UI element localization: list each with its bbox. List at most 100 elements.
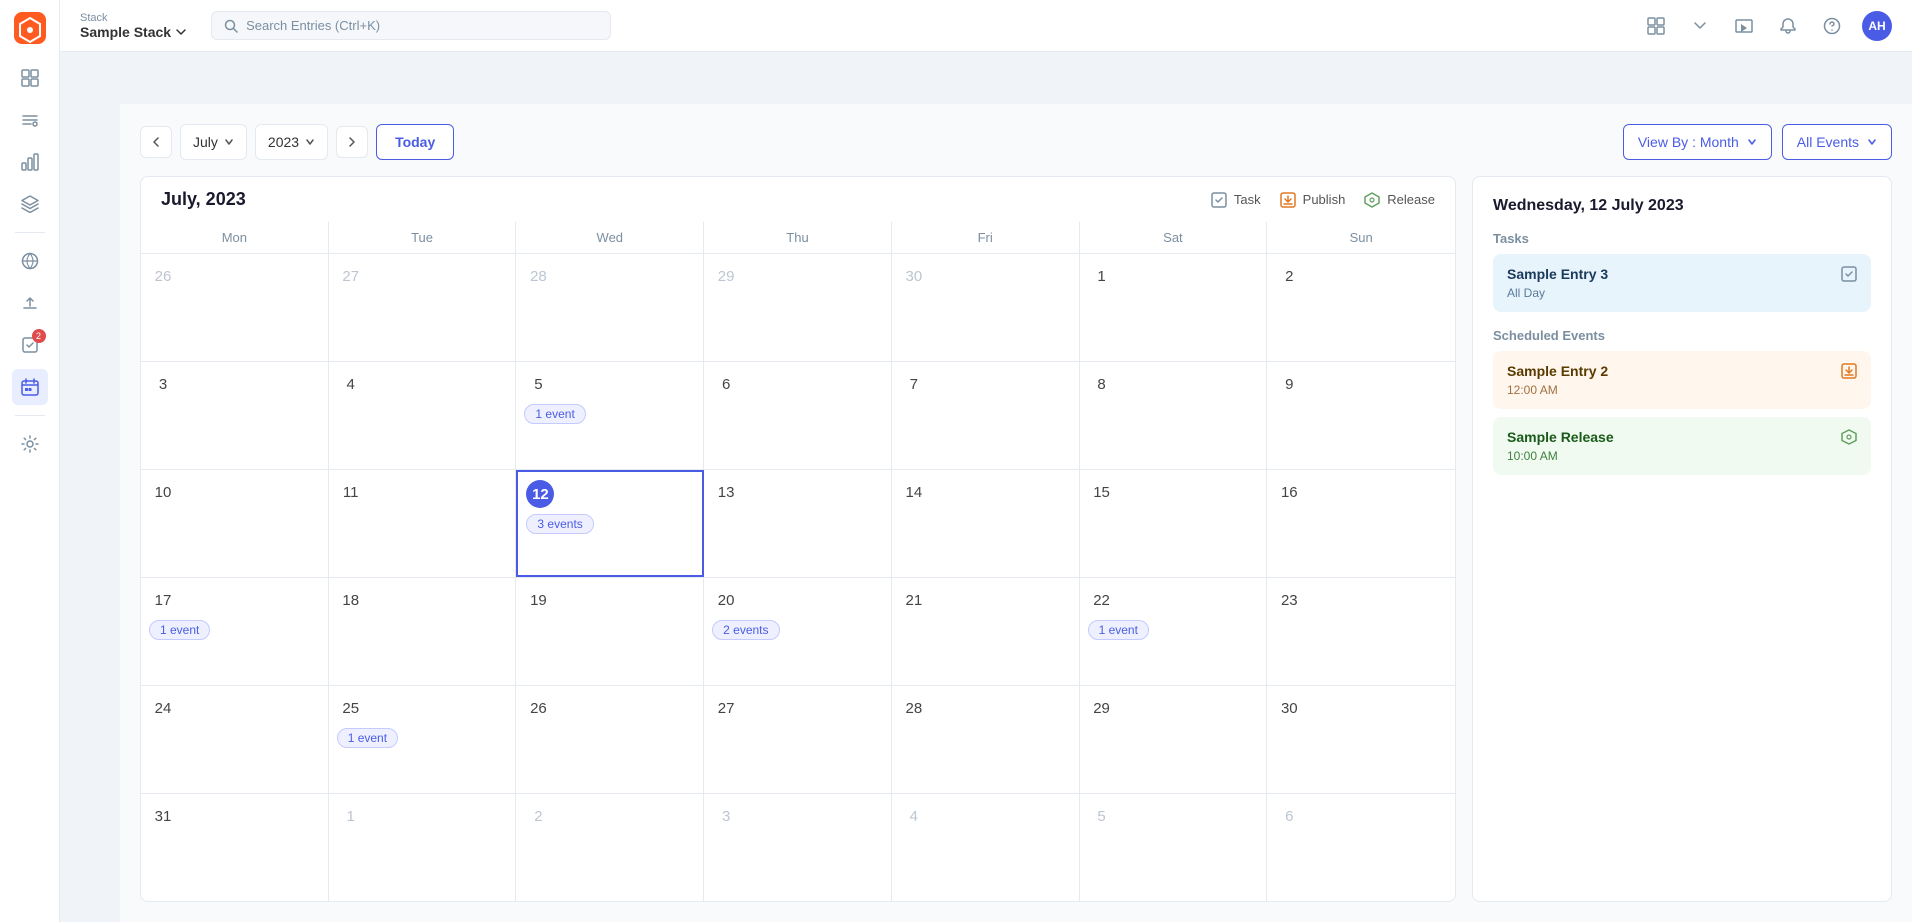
sidebar: 2: [0, 0, 60, 922]
dow-wed: Wed: [516, 222, 704, 253]
cal-day-jun30[interactable]: 30: [892, 254, 1080, 361]
task-legend-icon: [1210, 191, 1228, 209]
learn-icon[interactable]: [1730, 12, 1758, 40]
view-toggle-button[interactable]: [1642, 12, 1670, 40]
cal-day-jul9[interactable]: 9: [1267, 362, 1455, 469]
sidebar-item-settings[interactable]: [12, 426, 48, 462]
cal-day-jul25[interactable]: 25 1 event: [329, 686, 517, 793]
sidebar-item-list[interactable]: [12, 102, 48, 138]
cal-day-aug2[interactable]: 2: [516, 794, 704, 901]
dow-thu: Thu: [704, 222, 892, 253]
event-card-2-title: Sample Release: [1507, 429, 1614, 445]
cal-day-jul4[interactable]: 4: [329, 362, 517, 469]
cal-day-jul26[interactable]: 26: [516, 686, 704, 793]
cal-day-jul16[interactable]: 16: [1267, 470, 1455, 577]
sidebar-item-layers[interactable]: [12, 186, 48, 222]
stack-info: Stack Sample Stack: [80, 12, 187, 40]
cal-day-jul21[interactable]: 21: [892, 578, 1080, 685]
toolbar-right: View By : Month All Events: [1623, 124, 1892, 160]
cal-day-aug6[interactable]: 6: [1267, 794, 1455, 901]
calendar-grid: July, 2023 Task: [140, 176, 1456, 902]
all-events-dropdown[interactable]: All Events: [1782, 124, 1892, 160]
dropdown-toggle-button[interactable]: [1686, 12, 1714, 40]
event-card-2-info: Sample Release 10:00 AM: [1507, 429, 1614, 463]
user-avatar[interactable]: AH: [1862, 11, 1892, 41]
event-card-1-title: Sample Entry 2: [1507, 363, 1608, 379]
cal-day-jul27[interactable]: 27: [704, 686, 892, 793]
help-icon[interactable]: [1818, 12, 1846, 40]
cal-day-jul6[interactable]: 6: [704, 362, 892, 469]
sidebar-item-upload[interactable]: [12, 285, 48, 321]
sidebar-item-calendar[interactable]: [12, 369, 48, 405]
cal-day-jul31[interactable]: 31: [141, 794, 329, 901]
cal-day-jul8[interactable]: 8: [1080, 362, 1268, 469]
calendar-legend: Task Publish: [1210, 191, 1435, 209]
event-pill-jul5[interactable]: 1 event: [524, 404, 585, 424]
app-logo[interactable]: [14, 12, 46, 44]
cal-day-jul29[interactable]: 29: [1080, 686, 1268, 793]
release-legend-icon: [1363, 191, 1381, 209]
cal-day-jul13[interactable]: 13: [704, 470, 892, 577]
cal-day-jul20[interactable]: 20 2 events: [704, 578, 892, 685]
cal-day-jun27[interactable]: 27: [329, 254, 517, 361]
event-pill-jul25[interactable]: 1 event: [337, 728, 398, 748]
dow-tue: Tue: [329, 222, 517, 253]
cal-day-jul10[interactable]: 10: [141, 470, 329, 577]
event-card-1[interactable]: Sample Entry 2 12:00 AM: [1493, 351, 1871, 409]
cal-week-5: 24 25 1 event 26 27 28 29 30: [141, 686, 1455, 794]
next-month-button[interactable]: [336, 126, 368, 158]
cal-day-jul14[interactable]: 14: [892, 470, 1080, 577]
cal-day-jul23[interactable]: 23: [1267, 578, 1455, 685]
event-pill-jul12[interactable]: 3 events: [526, 514, 593, 534]
event-pill-jul17[interactable]: 1 event: [149, 620, 210, 640]
cal-day-jul1[interactable]: 1: [1080, 254, 1268, 361]
stack-title-button[interactable]: Sample Stack: [80, 24, 187, 40]
cal-day-jul19[interactable]: 19: [516, 578, 704, 685]
cal-day-jul2[interactable]: 2: [1267, 254, 1455, 361]
event-pill-jul20[interactable]: 2 events: [712, 620, 779, 640]
sidebar-item-dashboard[interactable]: [12, 60, 48, 96]
tasks-section: Tasks Sample Entry 3 All Day: [1493, 231, 1871, 312]
event-pill-jul22[interactable]: 1 event: [1088, 620, 1149, 640]
event-card-2-icon: [1841, 429, 1857, 445]
cal-day-aug3[interactable]: 3: [704, 794, 892, 901]
cal-day-jul12[interactable]: 12 3 events: [516, 470, 704, 577]
sidebar-item-chart[interactable]: [12, 144, 48, 180]
today-button[interactable]: Today: [376, 124, 454, 160]
legend-task: Task: [1210, 191, 1261, 209]
cal-day-jul5[interactable]: 5 1 event: [516, 362, 704, 469]
sidebar-item-network[interactable]: [12, 243, 48, 279]
cal-day-jul11[interactable]: 11: [329, 470, 517, 577]
cal-day-jul22[interactable]: 22 1 event: [1080, 578, 1268, 685]
cal-day-jul30[interactable]: 30: [1267, 686, 1455, 793]
sidebar-item-tasks[interactable]: 2: [12, 327, 48, 363]
cal-day-jun28[interactable]: 28: [516, 254, 704, 361]
cal-day-jul15[interactable]: 15: [1080, 470, 1268, 577]
task-card-1-title: Sample Entry 3: [1507, 266, 1608, 282]
event-card-2[interactable]: Sample Release 10:00 AM: [1493, 417, 1871, 475]
task-card-1[interactable]: Sample Entry 3 All Day: [1493, 254, 1871, 312]
legend-publish: Publish: [1279, 191, 1346, 209]
days-of-week: Mon Tue Wed Thu Fri Sat Sun: [141, 222, 1455, 254]
cal-week-1: 26 27 28 29 30 1 2: [141, 254, 1455, 362]
panel-date: Wednesday, 12 July 2023: [1493, 197, 1871, 215]
cal-day-aug1[interactable]: 1: [329, 794, 517, 901]
notifications-icon[interactable]: [1774, 12, 1802, 40]
search-bar[interactable]: Search Entries (Ctrl+K): [211, 11, 611, 40]
cal-day-jun26[interactable]: 26: [141, 254, 329, 361]
cal-day-jul24[interactable]: 24: [141, 686, 329, 793]
view-by-dropdown[interactable]: View By : Month: [1623, 124, 1772, 160]
cal-day-jul3[interactable]: 3: [141, 362, 329, 469]
cal-day-jun29[interactable]: 29: [704, 254, 892, 361]
cal-day-jul18[interactable]: 18: [329, 578, 517, 685]
cal-day-aug5[interactable]: 5: [1080, 794, 1268, 901]
event-card-1-icon: [1841, 363, 1857, 379]
prev-month-button[interactable]: [140, 126, 172, 158]
year-selector[interactable]: 2023: [255, 124, 328, 160]
month-selector[interactable]: July: [180, 124, 247, 160]
cal-day-jul28[interactable]: 28: [892, 686, 1080, 793]
cal-day-jul7[interactable]: 7: [892, 362, 1080, 469]
cal-day-jul17[interactable]: 17 1 event: [141, 578, 329, 685]
task-card-1-sub: All Day: [1507, 286, 1608, 300]
cal-day-aug4[interactable]: 4: [892, 794, 1080, 901]
